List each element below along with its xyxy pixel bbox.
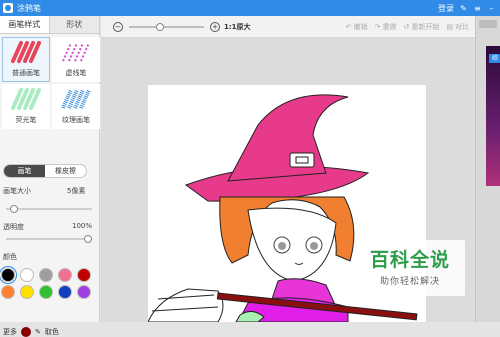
- color-swatch[interactable]: [77, 268, 91, 282]
- color-swatch[interactable]: [77, 285, 91, 299]
- redo-button[interactable]: ↷ 重做: [375, 22, 397, 32]
- brush-grid: 普通画笔 虚线笔 荧光笔 纹理画笔: [0, 34, 100, 129]
- watermark-subtitle: 助你轻松解决: [379, 277, 440, 287]
- undo-icon: ↶: [345, 22, 352, 31]
- watermark: 百科全说 助你轻松解决: [355, 240, 465, 296]
- brush-texture[interactable]: 纹理画笔: [52, 84, 100, 129]
- brush-highlighter[interactable]: 荧光笔: [2, 84, 50, 129]
- minimize-icon[interactable]: –: [487, 4, 496, 13]
- canvas-toolbar: − + 1:1原大 ↶ 撤销 ↷ 重做 ↺ 重新开始 ▤ 对比: [101, 16, 475, 38]
- current-color-indicator[interactable]: [21, 327, 31, 337]
- redo-label: 重做: [382, 22, 397, 31]
- mode-brush[interactable]: 画笔: [4, 165, 45, 177]
- app-icon: [3, 3, 13, 13]
- opacity-slider-knob[interactable]: [84, 235, 92, 243]
- color-swatch[interactable]: [39, 285, 53, 299]
- app-title: 涂鸦笔: [17, 3, 41, 13]
- title-bar: 涂鸦笔 登录 ✎ ≡ –: [0, 0, 500, 16]
- menu-icon[interactable]: ≡: [473, 4, 482, 13]
- opacity-value: 100%: [72, 222, 93, 230]
- reset-label: 重新开始: [411, 22, 440, 31]
- login-link[interactable]: 登录: [438, 3, 454, 14]
- brush-label: 纹理画笔: [62, 116, 90, 124]
- zoom-original-size[interactable]: 1:1原大: [224, 22, 251, 32]
- undo-button[interactable]: ↶ 撤销: [346, 22, 368, 32]
- opacity-slider[interactable]: [6, 235, 92, 243]
- reset-button[interactable]: ↺ 重新开始: [404, 22, 440, 32]
- color-swatch[interactable]: [58, 285, 72, 299]
- size-value: 5像素: [67, 187, 86, 195]
- brush-eraser-toggle: 画笔 橡皮擦: [3, 164, 87, 178]
- promo-badge[interactable]: 综: [489, 54, 500, 63]
- panel-tabs: 画笔样式 形状: [0, 16, 99, 34]
- color-bottom-row: 更多 ✎ 取色: [3, 327, 59, 337]
- more-colors-link[interactable]: 更多: [3, 327, 17, 337]
- redo-icon: ↷: [374, 22, 381, 31]
- right-side-strip: 综: [475, 16, 500, 322]
- color-swatch[interactable]: [0, 266, 17, 284]
- reset-icon: ↺: [403, 22, 410, 31]
- skin-icon[interactable]: ✎: [459, 4, 468, 13]
- promo-banner[interactable]: [486, 46, 500, 186]
- color-swatch[interactable]: [20, 285, 34, 299]
- color-swatch[interactable]: [1, 285, 15, 299]
- highlighter-brush-icon: [11, 88, 41, 110]
- brush-label: 虚线笔: [65, 69, 87, 77]
- brush-normal[interactable]: 普通画笔: [2, 37, 50, 82]
- color-swatch[interactable]: [39, 268, 53, 282]
- compare-button[interactable]: ▤ 对比: [446, 22, 469, 32]
- tab-shape[interactable]: 形状: [50, 16, 100, 33]
- color-swatch[interactable]: [20, 268, 34, 282]
- color-swatches: [0, 266, 99, 299]
- brush-label: 荧光笔: [15, 116, 37, 124]
- compare-label: 对比: [455, 22, 469, 31]
- left-panel: 画笔样式 形状 普通画笔 虚线笔 荧光笔 纹理画笔 画笔 橡皮擦 画笔大小 5像…: [0, 16, 100, 337]
- app-logo: 涂鸦笔: [3, 3, 41, 14]
- zoom-slider[interactable]: [129, 22, 204, 31]
- size-label: 画笔大小: [3, 187, 31, 195]
- tab-brush-style[interactable]: 画笔样式: [0, 16, 50, 33]
- right-strip-tab[interactable]: [479, 20, 497, 28]
- dashed-brush-icon: [62, 42, 90, 62]
- color-label: 颜色: [3, 253, 17, 261]
- mode-eraser[interactable]: 橡皮擦: [45, 165, 86, 177]
- size-slider-knob[interactable]: [9, 205, 18, 213]
- zoom-slider-knob[interactable]: [155, 22, 164, 31]
- opacity-label: 透明度: [3, 223, 24, 231]
- compare-icon: ▤: [446, 22, 453, 31]
- eyedropper-icon[interactable]: ✎: [35, 328, 41, 336]
- zoom-out-icon[interactable]: −: [113, 21, 123, 32]
- brush-dashed[interactable]: 虚线笔: [52, 37, 100, 82]
- brush-label: 普通画笔: [12, 69, 40, 77]
- texture-brush-icon: [61, 89, 91, 109]
- zoom-in-icon[interactable]: +: [210, 21, 220, 32]
- watermark-title: 百科全说: [369, 249, 450, 271]
- undo-label: 撤销: [353, 22, 368, 31]
- size-slider[interactable]: [6, 205, 92, 213]
- normal-brush-icon: [11, 41, 41, 63]
- color-swatch[interactable]: [58, 268, 72, 282]
- color-picker-label[interactable]: 取色: [45, 327, 59, 337]
